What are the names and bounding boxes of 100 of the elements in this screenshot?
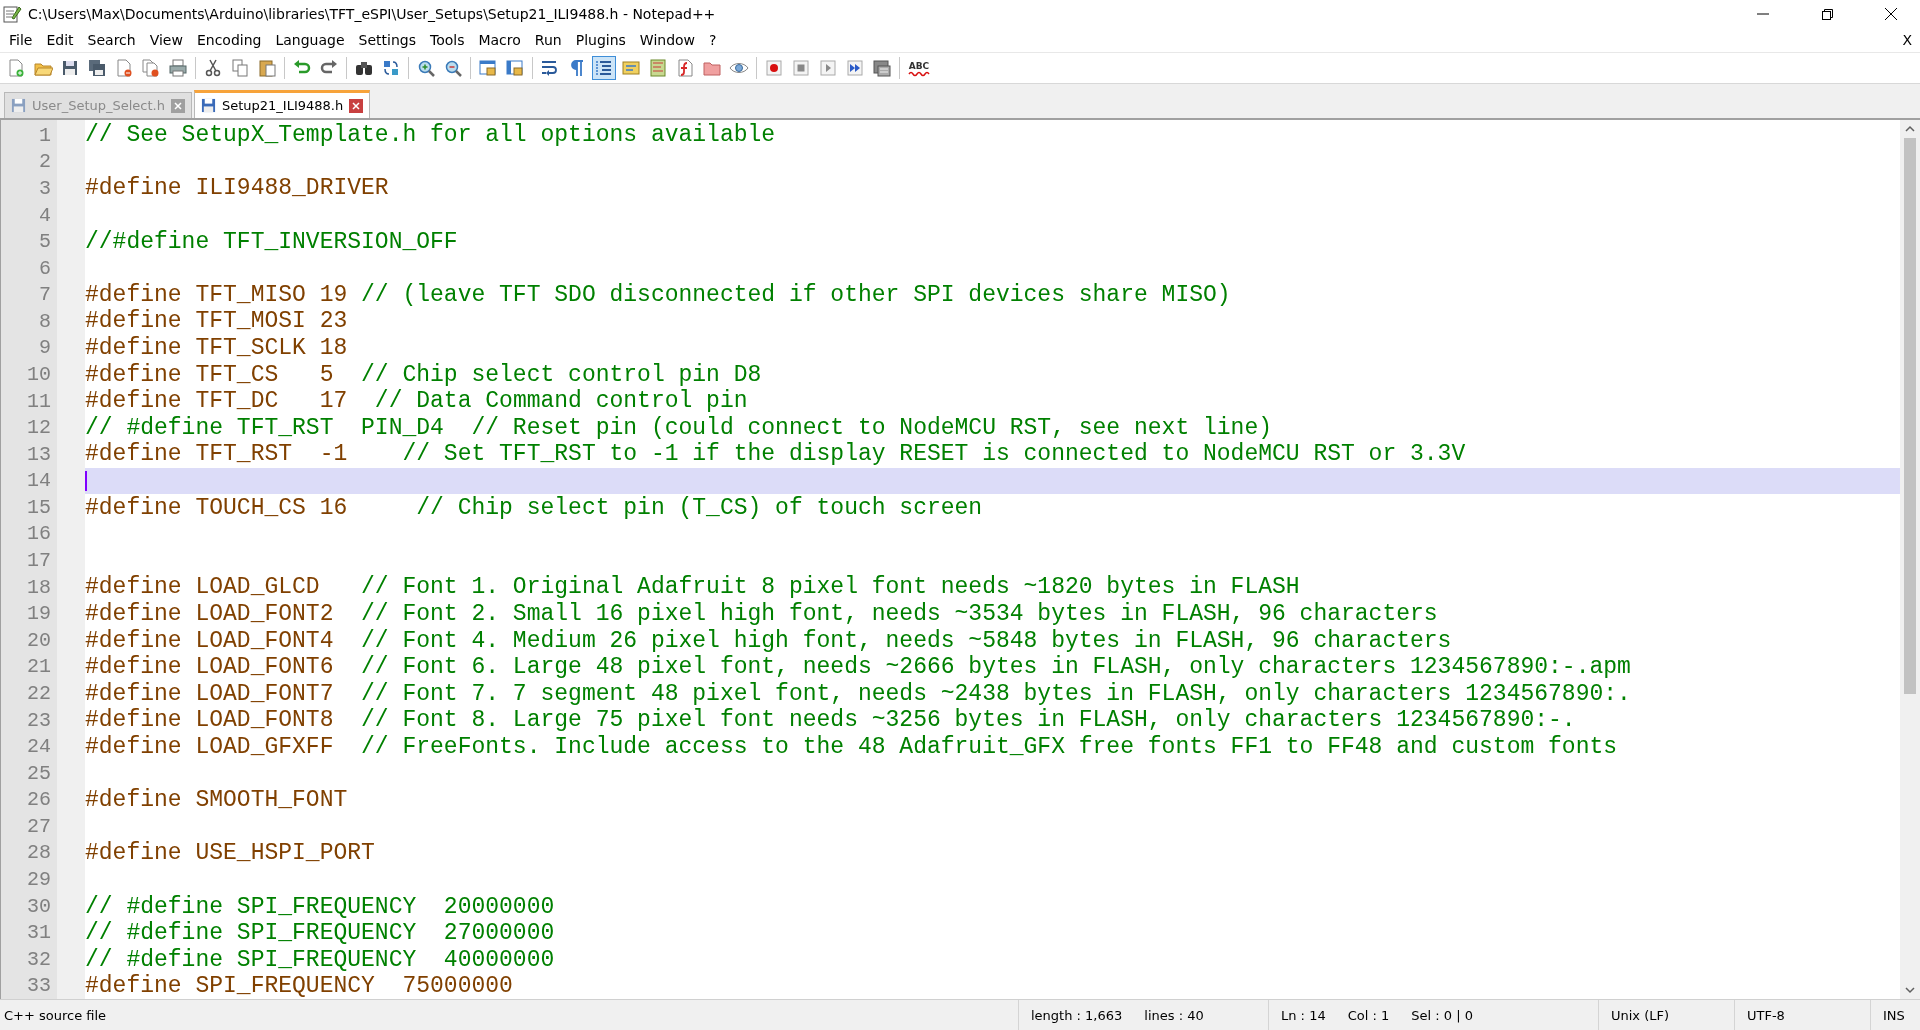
- code-text: #define LOAD_FONT6: [85, 654, 335, 681]
- code-text: #define TFT_RST -1: [85, 441, 349, 468]
- code-text: #define LOAD_FONT4: [85, 627, 335, 654]
- window-title: C:\Users\Max\Documents\Arduino\libraries\TFT_eSPI\User_Setups\Setup21_ILI9488.h - Notepad++: [28, 6, 717, 22]
- play-icon: [818, 58, 838, 78]
- line-number: 4: [39, 203, 51, 227]
- menu-item[interactable]: Edit: [39, 29, 81, 51]
- minimize-icon: [1757, 13, 1769, 15]
- status-mode-text: INS: [1882, 1006, 1906, 1025]
- code-comment: // Font 8. Large 75 pixel font needs ~3256 bytes in FLASH, only characters 1234567890:-.: [361, 707, 1576, 734]
- indent-guide-icon: [594, 58, 614, 78]
- code-comment: // Font 6. Large 48 pixel font, needs ~2666 bytes in FLASH, only characters 1234567890:-.apm: [361, 654, 1631, 681]
- files-close-icon: [141, 58, 161, 78]
- code-text: #define TFT_DC 17: [85, 388, 349, 415]
- menu-item[interactable]: View: [142, 29, 190, 51]
- code-comment: // See SetupX_Template.h for all options available: [85, 122, 776, 149]
- menu-item[interactable]: Encoding: [189, 29, 269, 51]
- record-icon: [764, 58, 784, 78]
- status-length-text: length : 1,663: [1030, 1006, 1124, 1025]
- code-comment: // FreeFonts. Include access to the 48 Adafruit_GFX free fonts FF1 to FF48 and custom fonts: [361, 733, 1618, 760]
- code-text: #define SPI_FREQUENCY 75000000: [85, 973, 513, 999]
- floppy-disks-icon: [87, 58, 107, 78]
- code-comment: // Font 2. Small 16 pixel high font, needs ~3534 bytes in FLASH, 96 characters: [361, 601, 1438, 627]
- line-number: 26: [27, 788, 51, 812]
- code-comment: //#define TFT_INVERSION_OFF: [85, 228, 458, 255]
- code-comment: // Font 1. Original Adafruit 8 pixel font needs ~1820 bytes in FLASH: [361, 574, 1300, 601]
- line-number: 23: [27, 708, 51, 732]
- code-text: #define TFT_MISO 19: [85, 281, 349, 308]
- code-comment: // #define SPI_FREQUENCY 20000000: [85, 893, 555, 920]
- line-number: 19: [27, 602, 51, 626]
- menu-item[interactable]: Plugins: [568, 29, 633, 51]
- scissors-icon: [203, 58, 223, 78]
- save-macro-icon: [872, 58, 892, 78]
- line-number: 14: [27, 469, 51, 493]
- code-text: #define LOAD_FONT7: [85, 680, 335, 707]
- function-list-icon: [675, 58, 695, 78]
- close-icon: [1885, 8, 1897, 20]
- line-number: 9: [39, 336, 51, 360]
- spellcheck-button[interactable]: ABC: [907, 58, 931, 78]
- word-wrap-icon: [540, 58, 560, 78]
- fast-forward-icon: [845, 58, 865, 78]
- line-number: 28: [27, 841, 51, 865]
- status-lines-text: lines : 40: [1143, 1006, 1205, 1025]
- line-number: 20: [27, 628, 51, 652]
- line-number: 30: [27, 894, 51, 918]
- indent-guide-button[interactable]: [592, 56, 616, 80]
- line-number: 7: [39, 283, 51, 307]
- sync-vertical-icon: [478, 58, 498, 78]
- file-tab[interactable]: Setup21_ILI9488.h: [193, 90, 371, 118]
- status-sel-text: Sel : 0 | 0: [1410, 1006, 1474, 1025]
- zoom-out-icon: [443, 58, 463, 78]
- menu-item[interactable]: Window: [632, 29, 703, 51]
- line-number: 2: [39, 150, 51, 174]
- code-text: #define LOAD_GLCD: [85, 574, 321, 601]
- close-document-button[interactable]: X: [1894, 32, 1920, 48]
- close-tab-icon[interactable]: [349, 98, 364, 113]
- code-text: #define LOAD_FONT2: [85, 601, 335, 627]
- line-number: 27: [27, 814, 51, 838]
- line-number: 12: [27, 416, 51, 440]
- code-text: #define TFT_CS 5: [85, 361, 335, 388]
- code-text: #define TFT_MOSI 23: [85, 308, 348, 335]
- document-map-icon: [648, 58, 668, 78]
- line-number: 22: [27, 681, 51, 705]
- menu-item[interactable]: File: [2, 29, 40, 51]
- code-comment: // #define TFT_RST PIN_D4 // Reset pin (could connect to NodeMCU RST, see next line): [85, 414, 1272, 441]
- line-number: 5: [39, 230, 51, 254]
- scrollbar-thumb[interactable]: [1904, 138, 1916, 695]
- code-comment: // (leave TFT SDO disconnected if other SPI devices share MISO): [361, 281, 1231, 308]
- line-number: 13: [27, 442, 51, 466]
- code-text: #define LOAD_GFXFF: [85, 733, 335, 760]
- close-tab-icon[interactable]: [170, 98, 185, 113]
- menu-item[interactable]: Tools: [422, 29, 472, 51]
- menu-item[interactable]: Search: [80, 29, 143, 51]
- line-number: 32: [27, 947, 51, 971]
- menu-item[interactable]: ?: [702, 29, 724, 51]
- code-comment: // #define SPI_FREQUENCY 40000000: [85, 946, 555, 973]
- line-number: 24: [27, 735, 51, 759]
- line-number: 10: [27, 363, 51, 386]
- file-close-icon: [114, 58, 134, 78]
- line-number: 8: [39, 309, 51, 333]
- code-text: #define LOAD_FONT8: [85, 707, 335, 734]
- line-number: 3: [39, 176, 51, 200]
- zoom-in-icon: [416, 58, 436, 78]
- menu-item[interactable]: Language: [268, 29, 352, 51]
- line-number: 33: [27, 974, 51, 998]
- menu-item[interactable]: Run: [527, 29, 569, 51]
- menu-item[interactable]: Macro: [471, 29, 528, 51]
- code-text: #define TOUCH_CS 16: [85, 494, 349, 521]
- code-comment: // Chip select pin (T_CS) of touch screen: [416, 494, 983, 521]
- line-number: 17: [27, 549, 51, 573]
- copy-icon: [230, 58, 250, 78]
- menu-item[interactable]: Settings: [351, 29, 423, 51]
- status-encoding-text: UTF-8: [1746, 1006, 1786, 1025]
- line-number: 16: [27, 522, 51, 546]
- printer-button[interactable]: [166, 56, 190, 80]
- status-col-text: Col : 1: [1346, 1006, 1391, 1025]
- line-number: 25: [27, 761, 51, 785]
- code-comment: // Set TFT_RST to -1 if the display RESET is connected to NodeMCU RST or 3.3V: [402, 441, 1466, 468]
- line-number: 1: [39, 123, 51, 147]
- vertical-scrollbar[interactable]: [1900, 120, 1920, 999]
